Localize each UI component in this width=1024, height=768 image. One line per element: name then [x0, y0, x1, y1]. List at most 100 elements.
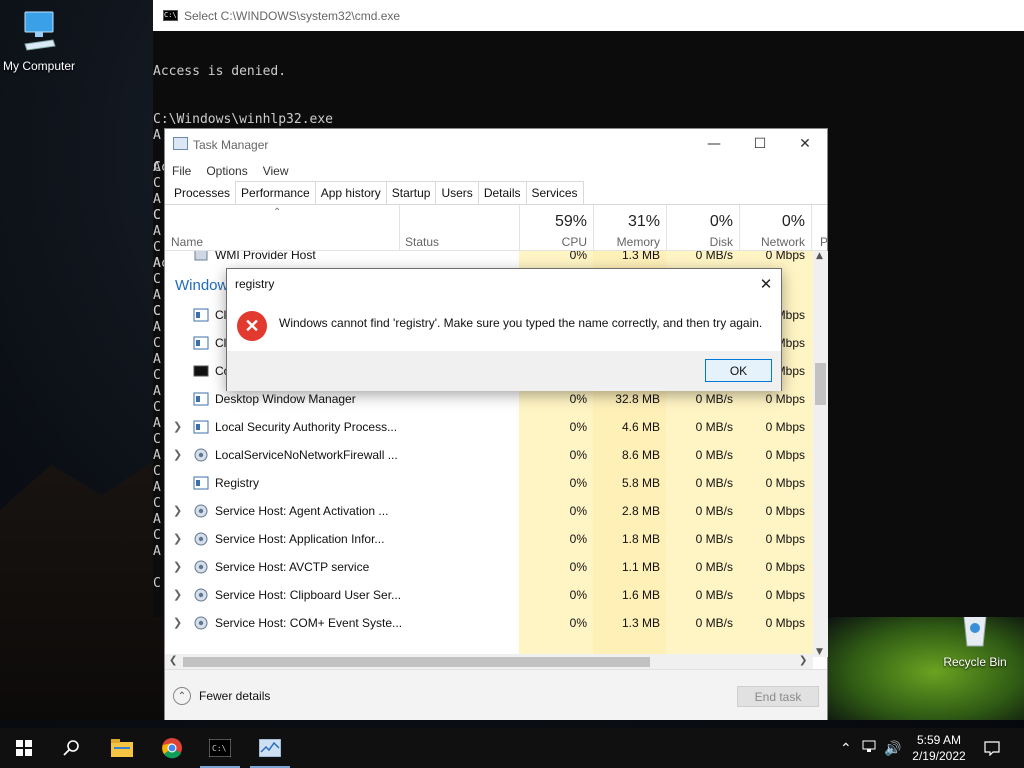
error-dialog[interactable]: registry ✕ ✕ Windows cannot find 'regist…	[226, 268, 782, 391]
taskbar-task-manager[interactable]	[246, 728, 294, 768]
scroll-right-icon[interactable]: ❯	[799, 655, 807, 666]
recycle-bin-desktop-icon[interactable]: Recycle Bin	[930, 612, 1020, 669]
expand-chevron-icon[interactable]: ❯	[173, 588, 182, 601]
table-row[interactable]: ❯ Service Host: COM+ Event Syste... 0% 1.3 …	[165, 609, 813, 637]
end-task-button[interactable]: End task	[737, 686, 819, 707]
column-cpu-header[interactable]: 59% CPU	[519, 205, 593, 251]
table-row[interactable]: Registry 0% 5.8 MB 0 MB/s 0 Mbps	[165, 469, 813, 497]
column-power-header[interactable]: P	[811, 205, 828, 251]
vertical-scroll-thumb[interactable]	[815, 363, 826, 405]
column-status: Status	[405, 235, 440, 249]
recycle-bin-label: Recycle Bin	[943, 655, 1007, 669]
horizontal-scrollbar[interactable]: ❮ ❯	[165, 654, 813, 669]
chrome-icon	[162, 738, 182, 759]
scroll-down-icon[interactable]: ▼	[816, 647, 823, 657]
chevron-up-icon: ⌃	[173, 687, 191, 705]
cmd-icon: C:\	[209, 739, 231, 757]
gear-icon	[193, 251, 209, 263]
cmd-app-icon: C:\	[163, 10, 178, 21]
process-name: Service Host: Clipboard User Ser...	[215, 588, 402, 602]
task-manager-window[interactable]: Task Manager — ☐ ✕ File Options View Pro…	[164, 128, 828, 720]
process-name: Desktop Window Manager	[215, 392, 356, 406]
tab-details[interactable]: Details	[477, 181, 527, 204]
group-header-windows-processes[interactable]: Window	[175, 277, 228, 294]
cmd-titlebar[interactable]: C:\ Select C:\WINDOWS\system32\cmd.exe	[153, 0, 1024, 31]
minimize-icon: —	[707, 136, 721, 152]
process-disk: 0 MB/s	[695, 448, 733, 462]
process-memory: 1.3 MB	[621, 616, 660, 630]
vertical-scrollbar[interactable]: ▲ ▼	[813, 251, 828, 657]
table-row[interactable]: ❯ Local Security Authority Process... 0% 4.…	[165, 413, 813, 441]
process-name: Service Host: AVCTP service	[215, 560, 370, 574]
notification-icon[interactable]	[984, 740, 1000, 759]
column-name[interactable]: Name	[171, 235, 203, 249]
svg-text:C:\: C:\	[212, 744, 227, 753]
process-cpu: 0%	[569, 448, 587, 462]
table-row[interactable]: ❯ Service Host: Agent Activation ... 0% 2.8…	[165, 497, 813, 525]
tab-performance[interactable]: Performance	[235, 181, 316, 204]
chevron-up-icon[interactable]: ⌃	[840, 740, 852, 757]
taskbar-file-explorer[interactable]	[98, 728, 146, 768]
tab-processes[interactable]: Processes	[168, 181, 237, 204]
disk-total: 0%	[709, 213, 733, 230]
column-network-header[interactable]: 0% Network	[739, 205, 811, 251]
expand-chevron-icon[interactable]: ❯	[173, 448, 182, 461]
table-row[interactable]: ❯ Service Host: AVCTP service 0% 1.1 MB 0 MB…	[165, 553, 813, 581]
scroll-up-icon[interactable]: ▲	[816, 251, 823, 261]
table-row[interactable]: WMI Provider Host 0% 1.3 MB 0 MB/s 0 Mbp…	[165, 251, 813, 269]
close-icon: ✕	[799, 136, 811, 152]
table-row[interactable]: ❯ Service Host: Clipboard User Ser... 0% 1.…	[165, 581, 813, 609]
dialog-close-button[interactable]: ✕	[751, 271, 781, 297]
expand-chevron-icon[interactable]: ❯	[173, 560, 182, 573]
network-total: 0%	[781, 213, 805, 230]
start-icon	[16, 740, 32, 756]
menu-options[interactable]: Options	[206, 164, 247, 178]
column-network: Network	[760, 235, 805, 249]
taskbar-cmd[interactable]: C:\	[196, 728, 244, 768]
process-disk: 0 MB/s	[695, 504, 733, 518]
tab-startup[interactable]: Startup	[385, 181, 437, 204]
expand-chevron-icon[interactable]: ❯	[173, 420, 182, 433]
taskbar-chrome[interactable]	[148, 728, 196, 768]
table-row[interactable]: ❯ LocalServiceNoNetworkFirewall ... 0% 8.6 …	[165, 441, 813, 469]
tab-app-history[interactable]: App history	[314, 181, 387, 204]
minimize-button[interactable]: —	[691, 129, 737, 159]
process-name: WMI Provider Host	[215, 251, 316, 262]
volume-icon[interactable]: 🔊	[884, 740, 901, 757]
maximize-button[interactable]: ☐	[737, 129, 783, 159]
task-manager-titlebar[interactable]: Task Manager — ☐ ✕	[165, 129, 827, 160]
tab-users[interactable]: Users	[435, 181, 479, 204]
close-button[interactable]: ✕	[782, 129, 828, 159]
tab-services[interactable]: Services	[525, 181, 584, 204]
process-disk: 0 MB/s	[695, 476, 733, 490]
start-button[interactable]	[0, 728, 48, 768]
network-icon[interactable]	[862, 740, 878, 757]
column-disk-header[interactable]: 0% Disk	[666, 205, 739, 251]
scroll-left-icon[interactable]: ❮	[169, 655, 177, 666]
expand-chevron-icon[interactable]: ❯	[173, 616, 182, 629]
task-manager-title: Task Manager	[193, 137, 269, 152]
table-row[interactable]: ❯ Service Host: Application Infor... 0% 1.8…	[165, 525, 813, 553]
window-icon	[193, 335, 209, 351]
process-disk: 0 MB/s	[695, 392, 733, 406]
my-computer-desktop-icon[interactable]: My Computer	[0, 8, 84, 73]
horizontal-scroll-thumb[interactable]	[183, 657, 650, 667]
ok-button[interactable]: OK	[705, 359, 772, 382]
gear-icon	[193, 559, 209, 575]
column-status-header[interactable]: Status	[399, 205, 519, 251]
column-memory-header[interactable]: 31% Memory	[593, 205, 666, 251]
process-name: Local Security Authority Process...	[215, 420, 398, 434]
system-clock[interactable]: 5:59 AM 2/19/2022	[906, 732, 972, 764]
fewer-details-button[interactable]: ⌃ Fewer details	[173, 687, 270, 705]
search-button[interactable]	[48, 728, 96, 768]
maximize-icon: ☐	[753, 136, 767, 152]
expand-chevron-icon[interactable]: ❯	[173, 504, 182, 517]
expand-chevron-icon[interactable]: ❯	[173, 532, 182, 545]
menu-bar: File Options View	[165, 160, 827, 181]
menu-view[interactable]: View	[263, 164, 289, 178]
recycle-bin-icon	[930, 612, 1020, 651]
process-disk: 0 MB/s	[695, 251, 733, 262]
menu-file[interactable]: File	[172, 164, 191, 178]
task-manager-icon	[173, 137, 188, 150]
cmd-line: C:\Windows\winhlp32.exe	[153, 112, 334, 127]
